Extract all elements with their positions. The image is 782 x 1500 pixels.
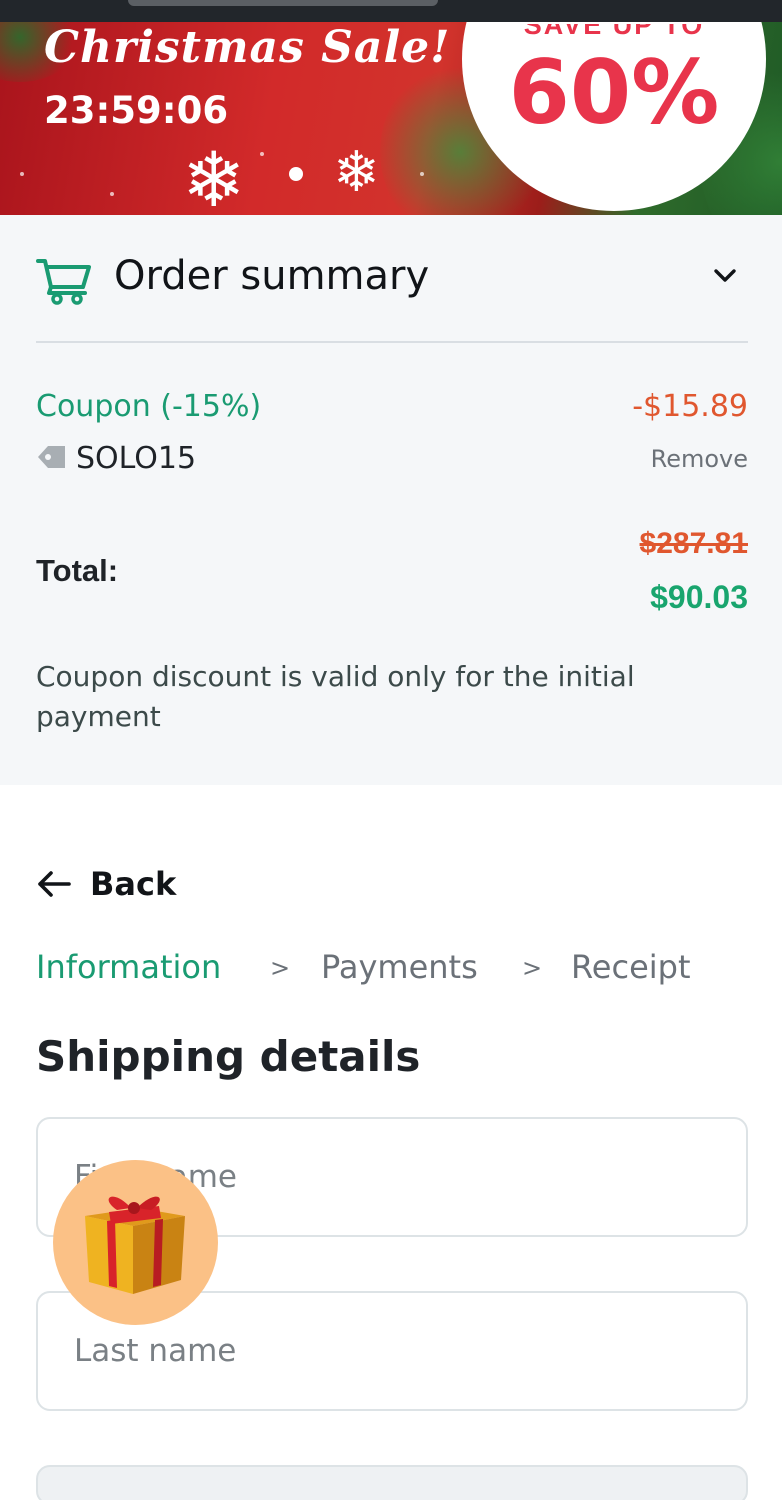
summary-divider [36, 341, 748, 343]
tag-icon [38, 446, 65, 468]
coupon-code: SOLO15 [76, 441, 197, 476]
original-total-price: $287.81 [639, 527, 748, 560]
christmas-sale-banner[interactable]: Christmas Sale! 23:59:06 ❄ ❄ SAVE UP TO … [0, 22, 782, 215]
shipping-details-heading: Shipping details [36, 1032, 421, 1081]
snowflake-icon: ❄ [333, 140, 380, 205]
order-summary-panel: Order summary Coupon (-15%) -$15.89 SOLO… [0, 215, 782, 785]
sparkle-decoration [420, 172, 424, 176]
ornament-dot [289, 167, 303, 181]
sale-countdown: 23:59:06 [44, 89, 229, 132]
arrow-left-icon [38, 871, 71, 897]
order-summary-header[interactable]: Order summary [36, 249, 748, 309]
coupon-validity-note: Coupon discount is valid only for the in… [36, 660, 635, 733]
sparkle-decoration [260, 152, 264, 156]
step-receipt[interactable]: Receipt [571, 948, 691, 986]
back-label: Back [90, 865, 177, 903]
step-separator: > [270, 954, 291, 982]
sparkle-decoration [20, 172, 24, 176]
promo-save-text: SAVE UP TO [523, 22, 705, 40]
back-button[interactable]: Back [36, 864, 176, 904]
order-summary-title: Order summary [114, 253, 430, 299]
remove-coupon-link[interactable]: Remove [651, 445, 748, 473]
discounted-total-price: $90.03 [650, 579, 748, 615]
snowflake-icon: ❄ [182, 135, 246, 216]
promo-percentage: 60% [508, 41, 720, 144]
sparkle-decoration [110, 192, 114, 196]
chevron-down-icon[interactable] [712, 263, 738, 289]
step-information[interactable]: Information [36, 948, 221, 986]
step-payments[interactable]: Payments [321, 948, 478, 986]
cart-icon [36, 259, 91, 305]
coupon-label: Coupon (-15%) [36, 389, 262, 424]
total-label: Total: [36, 553, 119, 588]
next-field-partial[interactable] [36, 1465, 748, 1500]
status-notch [128, 0, 438, 6]
top-status-strip [0, 0, 782, 22]
coupon-discount-amount: -$15.89 [632, 389, 748, 424]
gift-icon [85, 1196, 185, 1294]
sale-title: Christmas Sale! [44, 22, 451, 73]
gift-promo-button[interactable] [53, 1160, 218, 1325]
step-separator: > [522, 954, 543, 982]
